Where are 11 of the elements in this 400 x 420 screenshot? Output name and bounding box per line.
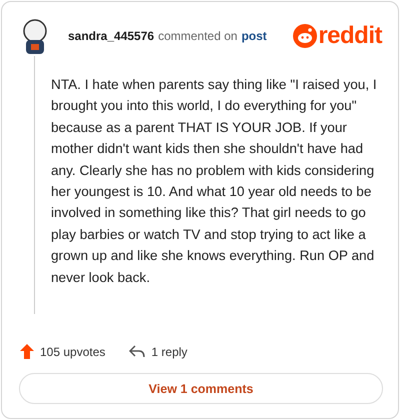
comment-text: NTA. I hate when parents say thing like "I raised you, I brought you into this world, I do everything for you" because as a parent THAT IS YOUR JOB. If your mother didn't want kids then she shouldn't have had any. Clearly she has no problem with kids considering her youngest is 10. And what 10 year old needs to be involved in something like this? That girl needs to go play barbies or watch TV and stop trying to act like a grown up and like she knows everything. Run OP and never look back. — [51, 76, 378, 287]
brand-wordmark: reddit — [318, 22, 382, 50]
username[interactable]: sandra_445576 — [68, 29, 154, 43]
action-text: commented on — [158, 29, 238, 43]
upvote-icon[interactable] — [20, 344, 34, 359]
reply-icon[interactable] — [129, 345, 146, 358]
upvote-count: 105 upvotes — [40, 344, 106, 358]
alien-icon — [293, 24, 318, 48]
view-comments-button[interactable]: View 1 comments — [19, 373, 383, 404]
post-link[interactable]: post — [241, 29, 267, 43]
reply-count: 1 reply — [151, 344, 188, 358]
